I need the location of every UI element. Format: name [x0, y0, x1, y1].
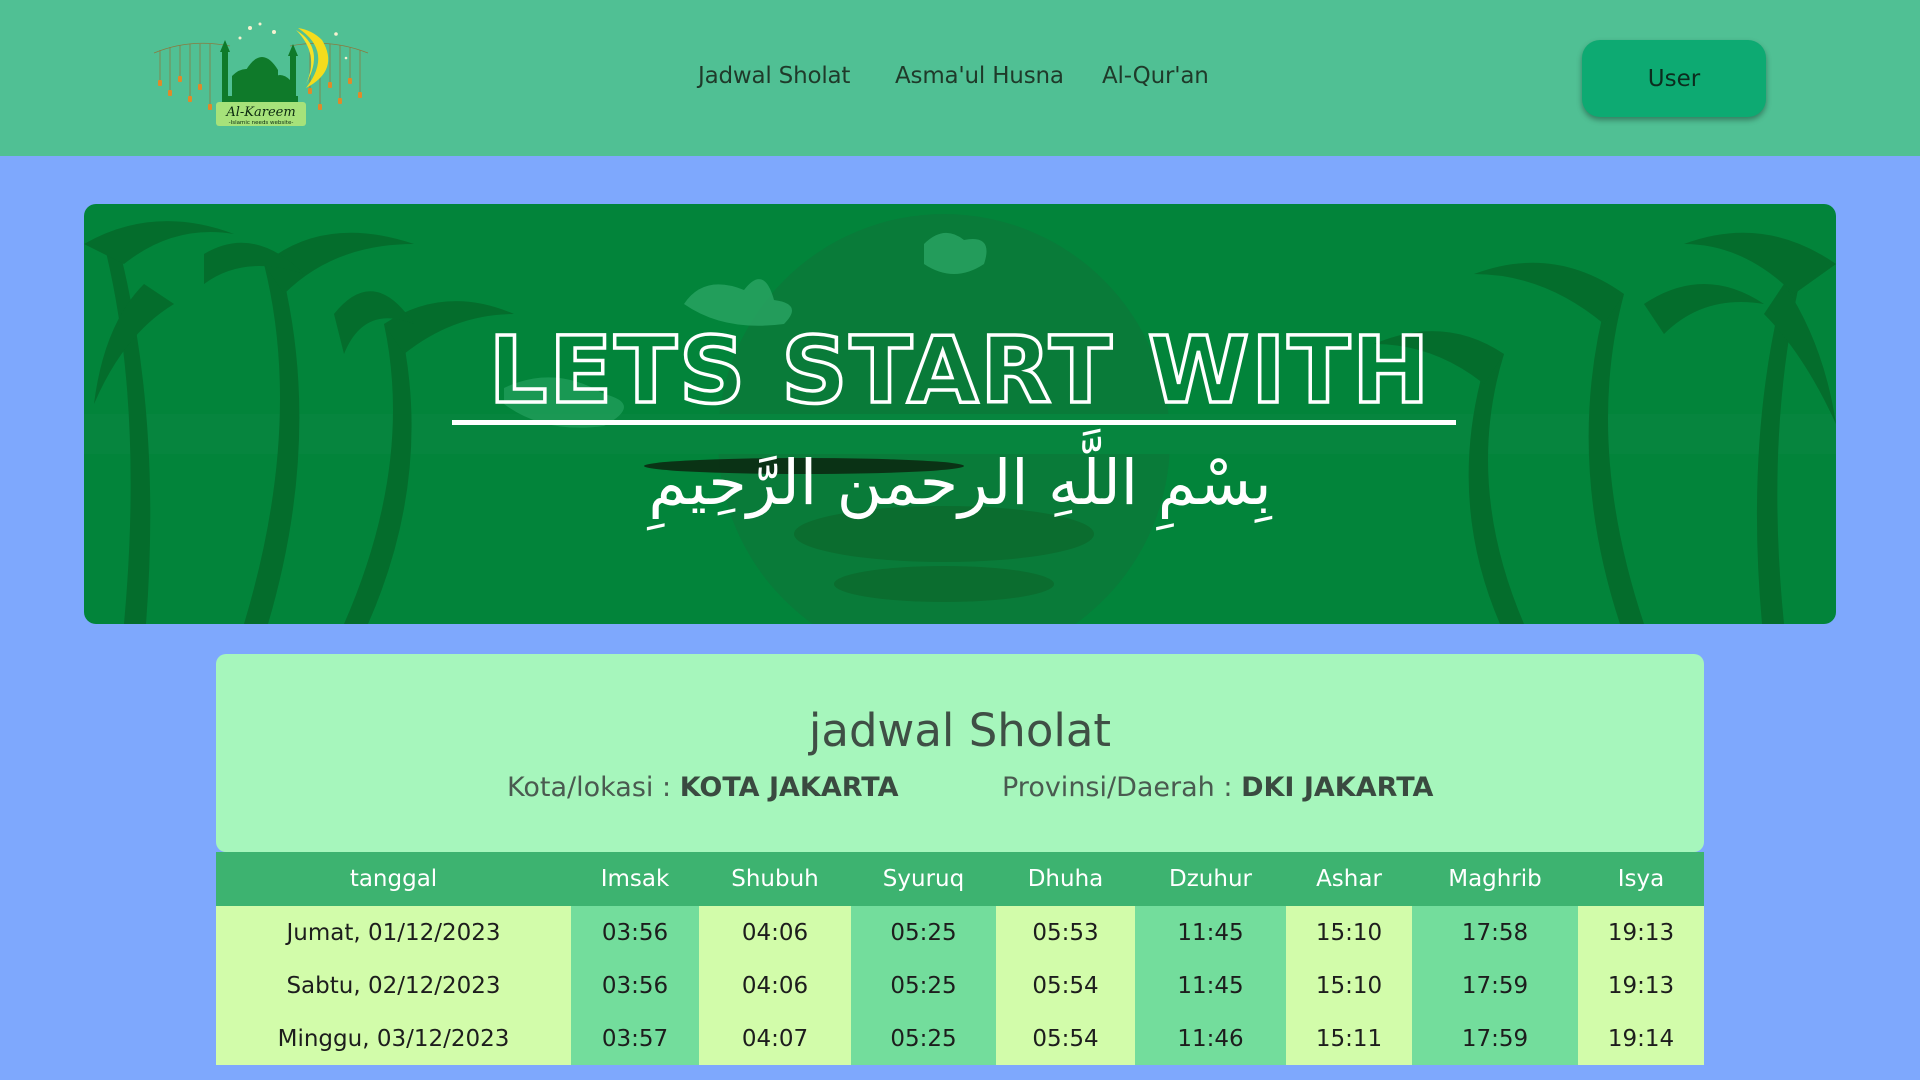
header-dhuha: Dhuha	[996, 852, 1135, 906]
hero-banner: LETS START WITH بِسْمِ اللَّهِ الرحمن ال…	[84, 204, 1836, 624]
table-row: Sabtu, 02/12/2023 03:56 04:06 05:25 05:5…	[216, 959, 1704, 1012]
cell-ashar: 15:10	[1286, 906, 1412, 959]
header-dzuhur: Dzuhur	[1135, 852, 1286, 906]
city-label: Kota/lokasi :	[507, 772, 672, 803]
cell-isya: 19:13	[1578, 906, 1704, 959]
cell-dhuha: 05:54	[996, 959, 1135, 1012]
cell-syuruq: 05:25	[851, 1012, 996, 1065]
header-ashar: Ashar	[1286, 852, 1412, 906]
cell-shubuh: 04:07	[699, 1012, 851, 1065]
banner-illustration: LETS START WITH بِسْمِ اللَّهِ الرحمن ال…	[84, 214, 1836, 624]
table-row: Minggu, 03/12/2023 03:57 04:07 05:25 05:…	[216, 1012, 1704, 1065]
header-tanggal: tanggal	[216, 852, 571, 906]
cell-syuruq: 05:25	[851, 906, 996, 959]
province-label: Provinsi/Daerah :	[1002, 772, 1233, 803]
nav-al-quran[interactable]: Al-Qur'an	[1102, 63, 1209, 89]
header-isya: Isya	[1578, 852, 1704, 906]
site-header: Al-Kareem -Islamic needs website- Jadwal…	[0, 0, 1920, 156]
cell-isya: 19:13	[1578, 959, 1704, 1012]
cell-isya: 19:14	[1578, 1012, 1704, 1065]
cell-shubuh: 04:06	[699, 906, 851, 959]
prayer-schedule-table: tanggal Imsak Shubuh Syuruq Dhuha Dzuhur…	[216, 852, 1704, 1065]
cell-dhuha: 05:54	[996, 1012, 1135, 1065]
cell-ashar: 15:11	[1286, 1012, 1412, 1065]
cell-date: Sabtu, 02/12/2023	[216, 959, 571, 1012]
table-row: Jumat, 01/12/2023 03:56 04:06 05:25 05:5…	[216, 906, 1704, 959]
cell-date: Jumat, 01/12/2023	[216, 906, 571, 959]
header-syuruq: Syuruq	[851, 852, 996, 906]
cell-dzuhur: 11:46	[1135, 1012, 1286, 1065]
city-value: KOTA JAKARTA	[679, 772, 899, 803]
cell-syuruq: 05:25	[851, 959, 996, 1012]
cell-imsak: 03:57	[571, 1012, 699, 1065]
nav-jadwal-sholat[interactable]: Jadwal Sholat	[698, 63, 850, 89]
province-value: DKI JAKARTA	[1241, 772, 1434, 803]
nav-asmaul-husna[interactable]: Asma'ul Husna	[895, 63, 1064, 89]
cell-imsak: 03:56	[571, 959, 699, 1012]
cell-maghrib: 17:58	[1412, 906, 1578, 959]
cell-date: Minggu, 03/12/2023	[216, 1012, 571, 1065]
schedule-title: jadwal Sholat	[808, 704, 1112, 757]
user-button[interactable]: User	[1582, 40, 1766, 117]
province-info: Provinsi/Daerah : DKI JAKARTA	[1002, 772, 1433, 803]
schedule-card: jadwal Sholat Kota/lokasi : KOTA JAKARTA…	[216, 654, 1704, 852]
header-shubuh: Shubuh	[699, 852, 851, 906]
banner-underline	[452, 420, 1456, 425]
city-info: Kota/lokasi : KOTA JAKARTA	[507, 772, 899, 803]
table-header-row: tanggal Imsak Shubuh Syuruq Dhuha Dzuhur…	[216, 852, 1704, 906]
cell-dzuhur: 11:45	[1135, 906, 1286, 959]
cell-imsak: 03:56	[571, 906, 699, 959]
cell-maghrib: 17:59	[1412, 959, 1578, 1012]
cell-dhuha: 05:53	[996, 906, 1135, 959]
cell-ashar: 15:10	[1286, 959, 1412, 1012]
cell-maghrib: 17:59	[1412, 1012, 1578, 1065]
cell-dzuhur: 11:45	[1135, 959, 1286, 1012]
header-imsak: Imsak	[571, 852, 699, 906]
banner-headline: LETS START WITH	[489, 317, 1432, 424]
header-maghrib: Maghrib	[1412, 852, 1578, 906]
cell-shubuh: 04:06	[699, 959, 851, 1012]
